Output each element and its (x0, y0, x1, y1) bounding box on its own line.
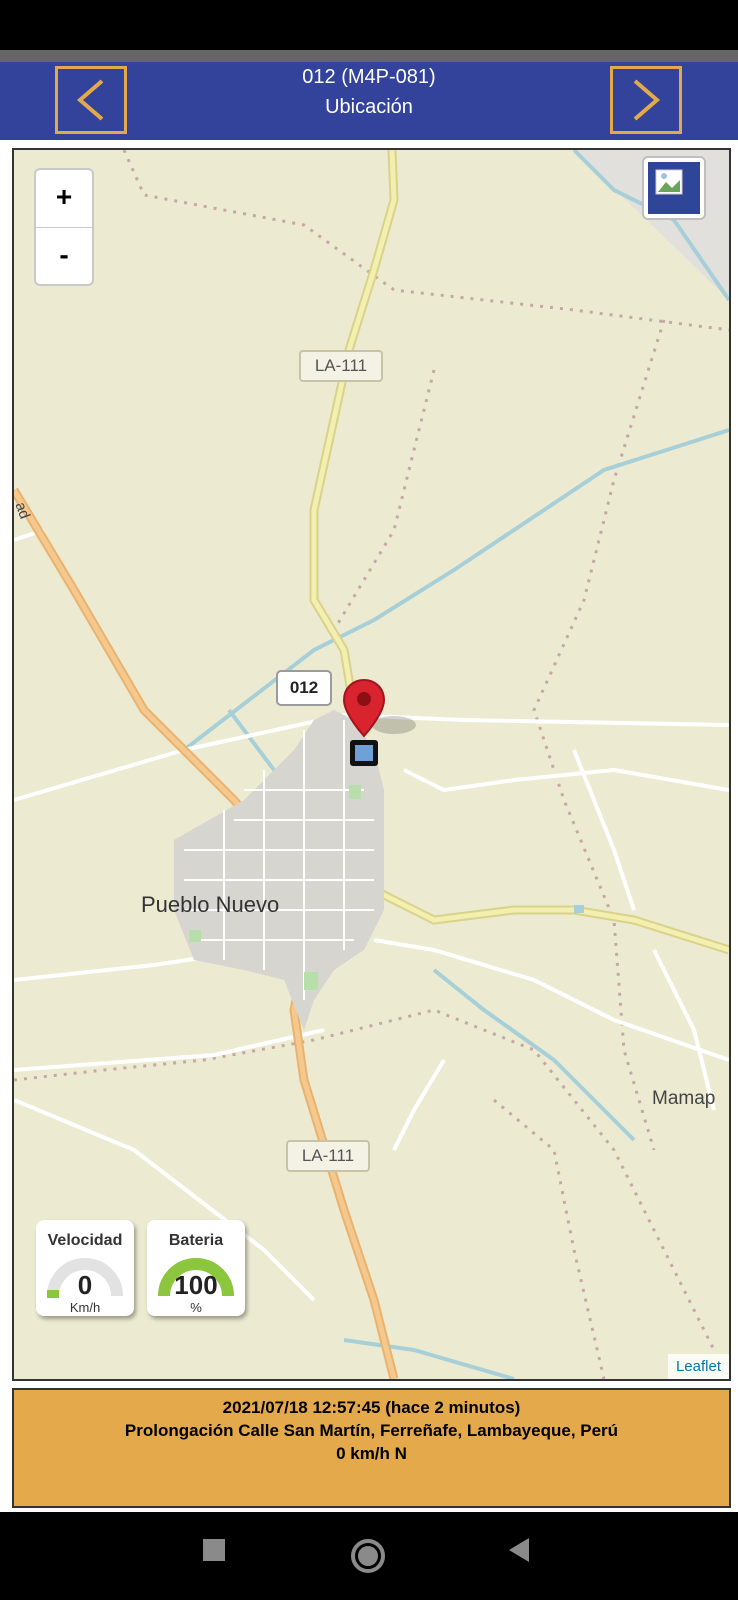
timestamp-text: 2021/07/18 12:57:45 (hace 2 minutos) (222, 1398, 521, 1417)
previous-button[interactable] (55, 66, 127, 134)
zoom-out-button[interactable]: - (36, 228, 92, 285)
battery-unit: % (190, 1300, 202, 1315)
layers-icon (648, 162, 700, 214)
road-label: LA-111 (299, 350, 383, 382)
speed-unit: Km/h (69, 1300, 101, 1315)
address-text: Prolongación Calle San Martín, Ferreñafe… (124, 1421, 619, 1440)
gauge-title: Bateria (168, 1232, 224, 1249)
battery-value: 100 (174, 1270, 218, 1300)
map-pin-icon[interactable] (342, 678, 388, 770)
next-button[interactable] (610, 66, 682, 134)
map-attribution-link[interactable]: Leaflet (667, 1354, 729, 1379)
home-icon[interactable] (348, 1536, 388, 1576)
road-label: LA-111 (286, 1140, 370, 1172)
chevron-right-icon (633, 79, 661, 121)
recents-icon[interactable] (200, 1536, 228, 1564)
zoom-control: + - (34, 168, 94, 286)
zoom-in-button[interactable]: + (36, 170, 92, 228)
app-header: 012 (M4P-081) Ubicación (0, 62, 738, 140)
place-label: Pueblo Nuevo (141, 892, 280, 917)
place-label: Mamap (652, 1088, 716, 1109)
speed-value: 0 (77, 1270, 93, 1300)
vehicle-label: 012 (276, 670, 332, 706)
speed-gauge: Velocidad 0 Km/h (36, 1220, 134, 1316)
layers-button[interactable] (642, 156, 706, 220)
status-bar (0, 0, 738, 50)
page-title: 012 (M4P-081) (302, 66, 436, 88)
status-divider (0, 50, 738, 62)
map-view[interactable]: + - LA-111 LA-111 012 Pueblo Nuevo Mamap… (12, 148, 731, 1381)
speed-heading-text: 0 km/h N (336, 1444, 407, 1463)
back-icon[interactable] (505, 1536, 533, 1564)
page-subtitle: Ubicación (325, 96, 413, 118)
system-nav-bar (0, 1512, 738, 1600)
chevron-left-icon (76, 79, 104, 121)
location-info-panel: 2021/07/18 12:57:45 (hace 2 minutos) Pro… (12, 1388, 731, 1508)
content-area: + - LA-111 LA-111 012 Pueblo Nuevo Mamap… (0, 140, 738, 1512)
gauge-title: Velocidad (47, 1232, 123, 1249)
battery-gauge: Bateria 100 % (147, 1220, 245, 1316)
